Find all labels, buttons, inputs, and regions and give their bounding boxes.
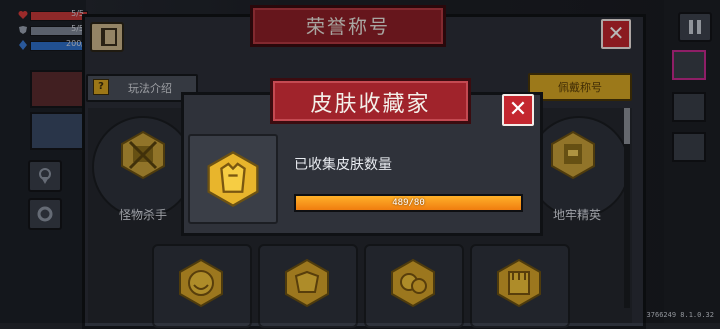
popup-title-banner: 皮肤收藏家 [270, 78, 471, 124]
popup-title: 皮肤收藏家 [310, 92, 431, 117]
close-icon: ✕ [508, 97, 528, 122]
skin-badge-tile [188, 134, 278, 224]
skin-count-label: 已收集皮肤数量 [294, 157, 392, 173]
skin-progress-bar: 489/80 [294, 194, 523, 212]
skin-collector-badge-icon [207, 150, 259, 208]
skin-progress-text: 489/80 [392, 198, 425, 208]
close-popup-button[interactable]: ✕ [502, 94, 534, 126]
